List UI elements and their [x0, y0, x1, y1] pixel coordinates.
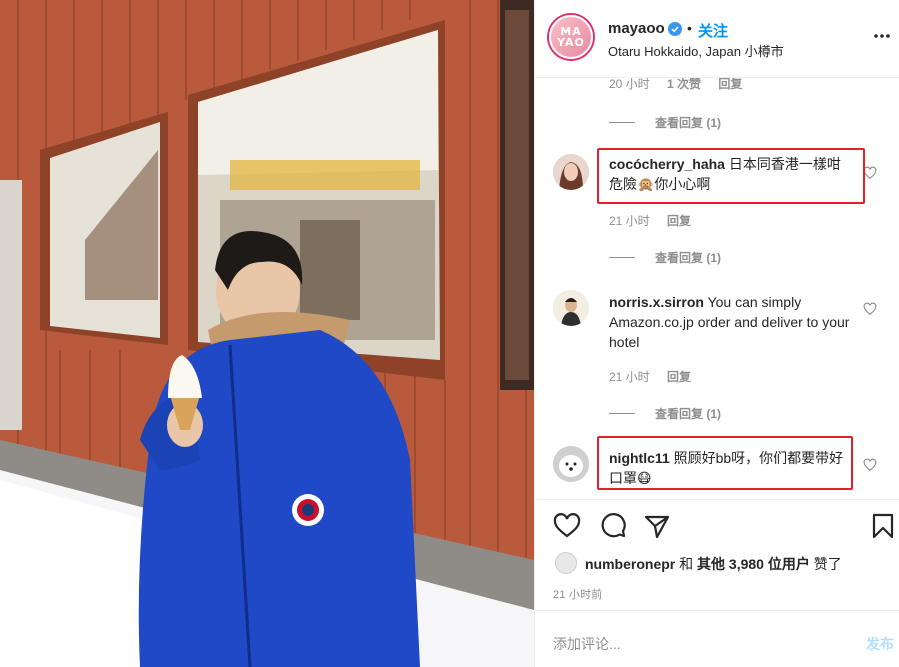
add-comment-bar: 添加评论... 发布	[535, 610, 899, 667]
reply-button[interactable]: 回复	[667, 370, 691, 384]
view-replies-label: 查看回复 (1)	[655, 251, 722, 265]
comment-like-icon[interactable]	[863, 458, 877, 472]
commenter-avatar[interactable]	[553, 446, 589, 482]
post-comment-button[interactable]: 发布	[866, 634, 894, 654]
comment-meta: 21 小时 回复	[609, 368, 691, 385]
likes-others[interactable]: 其他 3,980 位用户	[697, 556, 810, 572]
bookmark-icon[interactable]	[869, 512, 897, 540]
view-replies-divider	[609, 413, 635, 414]
comment-time: 21 小时	[609, 370, 650, 384]
more-options-icon[interactable]	[872, 26, 892, 46]
post-location[interactable]: Otaru Hokkaido, Japan 小樽市	[608, 41, 784, 60]
follow-button[interactable]: 关注	[698, 20, 728, 41]
comment-body: norris.x.sirron You can simply Amazon.co…	[609, 292, 853, 352]
post-sidebar: MA YAO mayaoo • 关注 Otaru Hokkaido, Japan…	[534, 0, 899, 667]
post-timestamp[interactable]: 21 小时前	[553, 586, 603, 602]
likes-joiner: 和	[679, 556, 694, 572]
comment-time: 20 小时	[609, 77, 650, 91]
likes-summary: numberonepr 和 其他 3,980 位用户 赞了	[585, 554, 842, 574]
comment-like-icon[interactable]	[863, 166, 877, 180]
commenter-avatar[interactable]	[553, 154, 589, 190]
view-replies-label: 查看回复 (1)	[655, 407, 722, 421]
commenter-avatar-image	[553, 290, 589, 326]
add-comment-input[interactable]: 添加评论...	[553, 634, 621, 654]
reply-button[interactable]: 回复	[718, 77, 742, 91]
like-heart-icon[interactable]	[553, 512, 581, 540]
liker-username[interactable]: numberonepr	[585, 556, 675, 572]
comments-list[interactable]: 20 小时 1 次赞 回复 查看回复 (1) cocócherry_haha 日…	[535, 62, 899, 499]
view-replies-divider	[609, 122, 635, 123]
post-photo[interactable]	[0, 0, 534, 667]
view-replies-button[interactable]: 查看回复 (1)	[609, 249, 721, 266]
comment-time: 21 小时	[609, 214, 650, 228]
commenter-avatar-image	[553, 154, 589, 190]
view-replies-label: 查看回复 (1)	[655, 116, 722, 130]
comment-meta: 21 小时 回复	[609, 212, 691, 229]
likes-suffix: 赞了	[813, 556, 842, 572]
header-separator: •	[687, 20, 692, 36]
post-header: MA YAO mayaoo • 关注 Otaru Hokkaido, Japan…	[535, 0, 899, 78]
view-replies-button[interactable]: 查看回复 (1)	[609, 405, 721, 422]
commenter-avatar[interactable]	[553, 290, 589, 326]
post-actions: numberonepr 和 其他 3,980 位用户 赞了 21 小时前	[535, 499, 899, 609]
comment-like-count[interactable]: 1 次赞	[667, 77, 701, 91]
share-paper-plane-icon[interactable]	[643, 512, 671, 540]
comment-bubble-icon[interactable]	[599, 512, 627, 540]
verified-badge-icon	[668, 22, 682, 36]
reply-button[interactable]: 回复	[667, 214, 691, 228]
author-avatar[interactable]: MA YAO	[549, 15, 593, 59]
view-replies-divider	[609, 257, 635, 258]
author-username[interactable]: mayaoo	[608, 20, 665, 37]
avatar-text-bottom: YAO	[557, 36, 585, 49]
comment-like-icon[interactable]	[863, 302, 877, 316]
liker-avatar[interactable]	[555, 552, 577, 574]
highlight-box	[597, 148, 865, 204]
highlight-box	[597, 436, 853, 490]
view-replies-button[interactable]: 查看回复 (1)	[609, 114, 721, 131]
commenter-avatar-image	[553, 446, 589, 482]
post-photo-illustration	[0, 0, 534, 667]
instagram-post-window: MA YAO mayaoo • 关注 Otaru Hokkaido, Japan…	[0, 0, 899, 667]
comment-username[interactable]: norris.x.sirron	[609, 294, 704, 310]
